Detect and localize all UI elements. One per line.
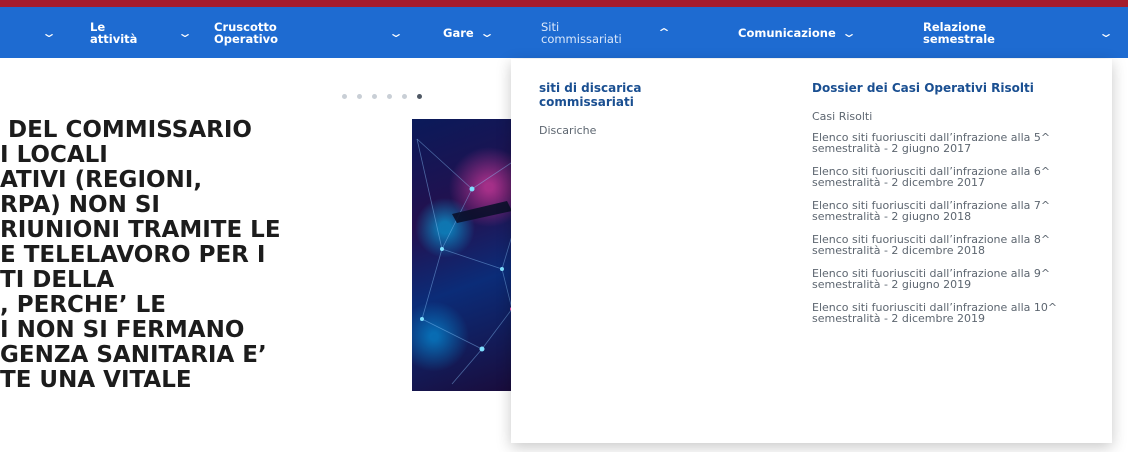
main-navbar: ⌄ Le attività ⌄ Cruscotto Operativo ⌄ Ga…	[0, 7, 1128, 66]
nav-chevron-cruscotto[interactable]: ⌄	[383, 7, 405, 58]
headline-line: I LOCALI	[0, 142, 108, 168]
menu-column-title[interactable]: Dossier dei Casi Operativi Risolti	[812, 81, 1062, 95]
chevron-down-icon: ⌄	[478, 25, 495, 40]
menu-link-semestralita-5[interactable]: Elenco siti fuoriusciti dall’infrazione …	[812, 131, 1062, 155]
chevron-down-icon: ⌄	[840, 25, 857, 40]
headline-line: , PERCHE’ LE	[0, 292, 166, 318]
headline-line: TI DELLA	[0, 267, 115, 293]
carousel-dot[interactable]	[387, 94, 392, 99]
chevron-down-icon: ⌄	[1097, 25, 1115, 40]
menu-link-casi-risolti[interactable]: Casi Risolti	[812, 111, 1082, 123]
headline-line: TE UNA VITALE	[0, 367, 192, 393]
menu-column-discariche: siti di discarica commissariati Discaric…	[539, 81, 739, 148]
mega-menu-siti-commissariati: siti di discarica commissariati Discaric…	[511, 59, 1112, 443]
nav-chevron-relazione[interactable]: ⌄	[1093, 7, 1115, 58]
carousel-dot-active[interactable]	[417, 94, 422, 99]
nav-item-comunicazione[interactable]: Comunicazione ⌄	[738, 7, 857, 58]
carousel-image[interactable]	[412, 119, 522, 391]
nav-item-attivita[interactable]: Le attività	[90, 7, 145, 58]
chevron-down-icon: ⌄	[40, 25, 58, 40]
nav-label: Relazione semestrale	[923, 19, 995, 46]
chevron-down-icon: ⌄	[387, 25, 405, 40]
nav-item-cruscotto[interactable]: Cruscotto Operativo	[214, 7, 304, 58]
carousel-dot[interactable]	[402, 94, 407, 99]
menu-link-discariche[interactable]: Discariche	[539, 125, 739, 137]
menu-column-title[interactable]: siti di discarica commissariati	[539, 81, 739, 109]
carousel-dots	[342, 94, 422, 99]
headline-line: I NON SI FERMANO	[0, 317, 245, 343]
carousel-dot[interactable]	[342, 94, 347, 99]
nav-chevron-attivita[interactable]: ⌄	[172, 7, 194, 58]
menu-link-semestralita-6[interactable]: Elenco siti fuoriusciti dall’infrazione …	[812, 165, 1062, 189]
top-accent-line	[0, 0, 1128, 7]
nav-item-relazione-semestrale[interactable]: Relazione semestrale	[923, 7, 1018, 58]
menu-link-semestralita-10[interactable]: Elenco siti fuoriusciti dall’infrazione …	[812, 301, 1062, 325]
carousel-headline[interactable]: DEL COMMISSARIO I LOCALI ATIVI (REGIONI,…	[0, 118, 400, 393]
nav-label: Cruscotto Operativo	[214, 19, 279, 46]
headline-line: RPA) NON SI	[0, 192, 160, 218]
nav-chevron-partial[interactable]: ⌄	[36, 7, 58, 58]
chevron-down-icon: ⌄	[176, 25, 194, 40]
nav-label: Siti commissariati	[541, 19, 622, 46]
nav-item-gare[interactable]: Gare ⌄	[443, 7, 495, 58]
headline-line: DEL COMMISSARIO	[8, 117, 252, 143]
headline-line: RIUNIONI TRAMITE LE	[0, 217, 281, 243]
menu-column-dossier: Dossier dei Casi Operativi Risolti Casi …	[812, 81, 1082, 336]
nav-label: Comunicazione	[738, 25, 836, 40]
network-illustration	[416, 138, 519, 385]
nav-item-siti-commissariati[interactable]: Siti commissariati ⌃	[541, 7, 673, 58]
headline-line: E TELELAVORO PER I	[0, 242, 266, 268]
headline-line: GENZA SANITARIA E’	[0, 342, 267, 368]
menu-link-semestralita-9[interactable]: Elenco siti fuoriusciti dall’infrazione …	[812, 267, 1062, 291]
chevron-up-icon: ⌃	[655, 25, 673, 40]
headline-line: ATIVI (REGIONI,	[0, 167, 203, 193]
nav-label: Le attività	[90, 19, 138, 46]
carousel-dot[interactable]	[372, 94, 377, 99]
menu-link-semestralita-8[interactable]: Elenco siti fuoriusciti dall’infrazione …	[812, 233, 1062, 257]
menu-link-semestralita-7[interactable]: Elenco siti fuoriusciti dall’infrazione …	[812, 199, 1062, 223]
nav-label: Gare	[443, 25, 474, 40]
carousel-dot[interactable]	[357, 94, 362, 99]
